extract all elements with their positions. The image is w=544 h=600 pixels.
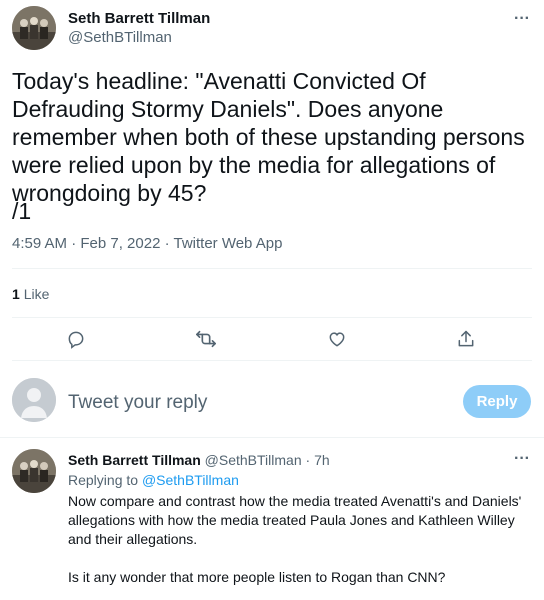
reply-text-second: Is it any wonder that more people listen… xyxy=(68,569,446,585)
like-count-label: Like xyxy=(23,286,50,302)
like-count[interactable]: 1 Like xyxy=(12,285,49,303)
reply-author-avatar[interactable] xyxy=(12,449,56,493)
heart-icon[interactable] xyxy=(325,327,349,351)
reply-author-handle[interactable]: @SethBTillman xyxy=(205,452,302,468)
separator: · xyxy=(305,452,311,468)
share-icon[interactable] xyxy=(454,327,478,351)
tweet-timestamp[interactable]: 4:59 AM · Feb 7, 2022 · Twitter Web App xyxy=(12,235,282,253)
divider xyxy=(12,360,532,361)
replying-to-label: Replying to xyxy=(68,472,139,488)
divider xyxy=(12,317,532,318)
like-count-number: 1 xyxy=(12,286,20,302)
author-avatar[interactable] xyxy=(12,6,56,50)
retweet-icon[interactable] xyxy=(194,327,218,351)
more-horizontal-icon[interactable]: ··· xyxy=(510,11,534,30)
reply-input[interactable]: Tweet your reply xyxy=(68,392,207,414)
reply-text: Now compare and contrast how the media t… xyxy=(68,493,522,547)
divider xyxy=(12,268,532,269)
reply-button[interactable]: Reply xyxy=(463,385,531,418)
reply-icon[interactable] xyxy=(64,327,88,351)
reply-header: Seth Barrett Tillman @SethBTillman · 7h xyxy=(68,451,330,469)
tweet-text: Today's headline: "Avenatti Convicted Of… xyxy=(12,68,525,206)
reply-author-name[interactable]: Seth Barrett Tillman xyxy=(68,452,201,468)
divider xyxy=(0,437,544,438)
tweet-text-suffix: /1 xyxy=(12,198,32,224)
reply-time[interactable]: 7h xyxy=(314,452,330,468)
replying-to-handle[interactable]: @SethBTillman xyxy=(142,472,239,488)
more-horizontal-icon[interactable]: ··· xyxy=(510,451,534,470)
replying-to: Replying to @SethBTillman xyxy=(68,471,239,489)
user-avatar[interactable] xyxy=(12,378,56,422)
author-name[interactable]: Seth Barrett Tillman xyxy=(68,10,210,28)
author-handle[interactable]: @SethBTillman xyxy=(68,29,172,47)
